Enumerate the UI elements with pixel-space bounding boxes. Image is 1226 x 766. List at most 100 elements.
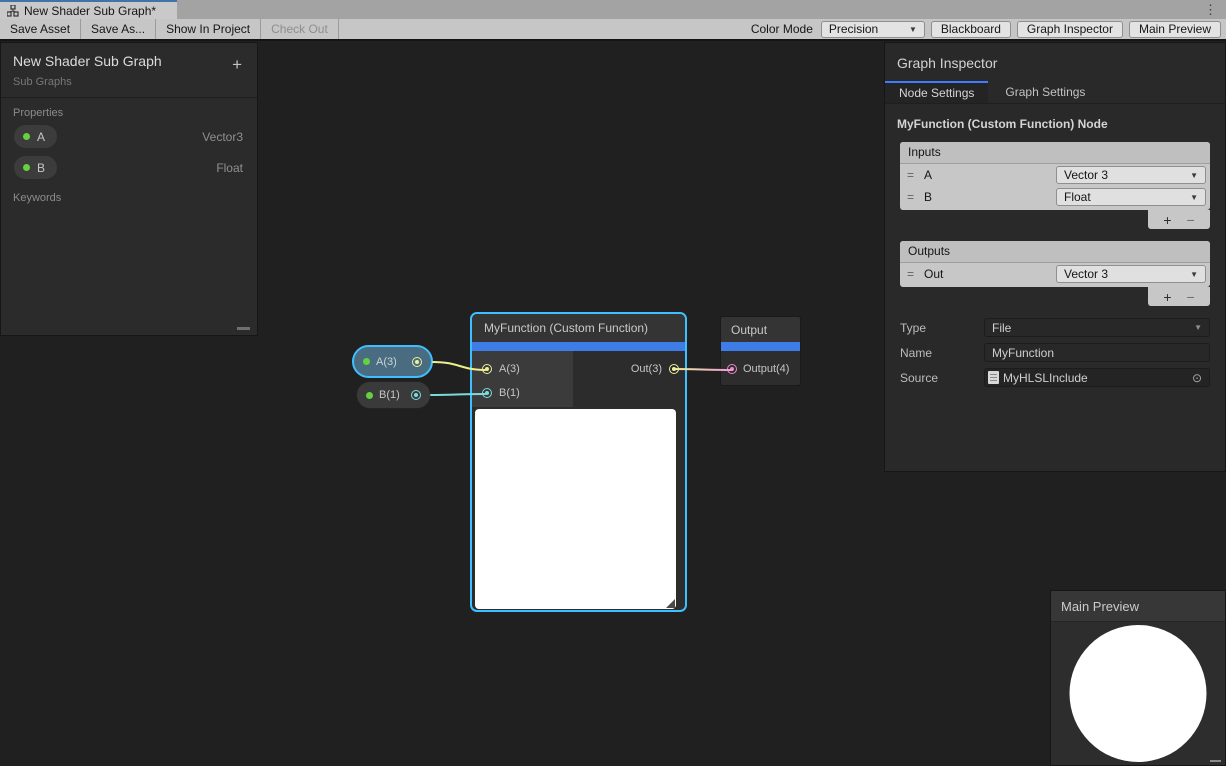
input-name: A — [924, 168, 1056, 182]
property-type-label: Vector3 — [202, 130, 243, 144]
blackboard-toggle-button[interactable]: Blackboard — [931, 21, 1011, 38]
shader-graph-window: New Shader Sub Graph* ⋮ Save Asset Save … — [0, 0, 1226, 766]
outputs-row-out: = Out Vector 3 ▼ — [900, 263, 1210, 285]
main-preview-toggle-button[interactable]: Main Preview — [1129, 21, 1221, 38]
source-field-row: Source MyHLSLInclude ⊙ — [900, 368, 1210, 387]
property-pill-a-label: A — [37, 130, 45, 144]
port-icon[interactable] — [482, 364, 492, 374]
resize-handle[interactable] — [237, 327, 250, 330]
resize-handle[interactable] — [1210, 760, 1221, 762]
blackboard-subtitle: Sub Graphs — [13, 76, 245, 88]
inputs-list: Inputs = A Vector 3 ▼ = B Float ▼ — [900, 142, 1210, 210]
type-label: Type — [900, 321, 984, 335]
chevron-down-icon: ▼ — [1194, 323, 1202, 332]
input-port-b-label: B(1) — [499, 387, 520, 399]
remove-input-button[interactable]: − — [1187, 212, 1195, 228]
tab-graph-settings[interactable]: Graph Settings — [988, 81, 1102, 103]
property-node-a-label: A(3) — [376, 356, 406, 368]
property-pill-b[interactable]: B — [13, 155, 58, 180]
property-type-label: Float — [216, 161, 243, 175]
color-mode-dropdown[interactable]: Precision ▼ — [821, 21, 925, 38]
property-node-a[interactable]: A(3) — [352, 345, 433, 378]
chevron-down-icon: ▼ — [1190, 270, 1198, 279]
exposed-dot-icon — [363, 358, 370, 365]
preview-collapse-handle[interactable] — [666, 599, 675, 608]
drag-handle-icon[interactable]: = — [907, 190, 914, 204]
save-asset-button[interactable]: Save Asset — [0, 19, 81, 39]
output-node[interactable]: Output Output(4) — [720, 316, 801, 386]
exposed-dot-icon — [366, 392, 373, 399]
port-icon[interactable] — [411, 390, 421, 400]
output-type-value: Vector 3 — [1064, 267, 1108, 281]
property-node-b-label: B(1) — [379, 389, 405, 401]
input-type-dropdown[interactable]: Float ▼ — [1056, 188, 1206, 206]
property-node-b[interactable]: B(1) — [356, 381, 431, 409]
outputs-list-controls: + − — [1148, 287, 1210, 306]
name-label: Name — [900, 346, 984, 360]
output-node-port-row: Output(4) — [721, 351, 800, 386]
input-type-value: Vector 3 — [1064, 168, 1108, 182]
add-output-button[interactable]: + — [1163, 289, 1171, 305]
source-object-field[interactable]: MyHLSLInclude ⊙ — [984, 368, 1210, 387]
input-type-dropdown[interactable]: Vector 3 ▼ — [1056, 166, 1206, 184]
main-preview-title: Main Preview — [1051, 591, 1225, 622]
output-node-port-label: Output(4) — [743, 363, 789, 375]
node-accent-bar — [721, 342, 800, 351]
document-tab[interactable]: New Shader Sub Graph* — [0, 0, 177, 19]
blackboard-panel: New Shader Sub Graph Sub Graphs + Proper… — [0, 42, 258, 336]
toolbar-right-group: Color Mode Precision ▼ Blackboard Graph … — [751, 21, 1226, 38]
drag-handle-icon[interactable]: = — [907, 168, 914, 182]
show-in-project-button[interactable]: Show In Project — [156, 19, 261, 39]
chevron-down-icon: ▼ — [909, 25, 917, 34]
add-property-button[interactable]: + — [232, 58, 242, 72]
chevron-down-icon: ▼ — [1190, 171, 1198, 180]
port-icon[interactable] — [412, 357, 422, 367]
property-pill-b-label: B — [37, 161, 45, 175]
input-port-a-label: A(3) — [499, 363, 520, 375]
tab-node-settings[interactable]: Node Settings — [885, 81, 988, 103]
output-node-title: Output — [721, 317, 800, 342]
toolbar: Save Asset Save As... Show In Project Ch… — [0, 19, 1226, 41]
graph-inspector-tabs: Node Settings Graph Settings — [885, 81, 1225, 104]
type-value: File — [992, 321, 1011, 335]
add-input-button[interactable]: + — [1163, 212, 1171, 228]
property-row: B Float — [1, 152, 257, 183]
object-picker-icon[interactable]: ⊙ — [1187, 371, 1207, 385]
drag-handle-icon[interactable]: = — [907, 267, 914, 281]
name-input[interactable]: MyFunction — [984, 343, 1210, 362]
check-out-button[interactable]: Check Out — [261, 19, 339, 39]
type-field-row: Type File ▼ — [900, 318, 1210, 337]
kebab-menu-icon[interactable]: ⋮ — [1204, 1, 1217, 18]
inputs-list-controls: + − — [1148, 210, 1210, 229]
name-field-row: Name MyFunction — [900, 343, 1210, 362]
remove-output-button[interactable]: − — [1187, 289, 1195, 305]
preview-sphere — [1070, 625, 1207, 762]
port-icon[interactable] — [727, 364, 737, 374]
inputs-list-header: Inputs — [900, 142, 1210, 164]
node-output-ports: Out(3) — [573, 351, 685, 407]
inputs-row-a: = A Vector 3 ▼ — [900, 164, 1210, 186]
output-type-dropdown[interactable]: Vector 3 ▼ — [1056, 265, 1206, 283]
selected-node-header: MyFunction (Custom Function) Node — [885, 104, 1225, 142]
keywords-section-label: Keywords — [1, 183, 257, 206]
shader-graph-icon — [7, 5, 19, 17]
type-dropdown[interactable]: File ▼ — [984, 318, 1210, 337]
inputs-list-footer: + − — [900, 210, 1210, 229]
node-ports: A(3) B(1) Out(3) — [472, 351, 685, 407]
property-pill-a[interactable]: A — [13, 124, 58, 149]
chevron-down-icon: ▼ — [1190, 193, 1198, 202]
port-icon[interactable] — [669, 364, 679, 374]
outputs-list-header: Outputs — [900, 241, 1210, 263]
input-port-row-a: A(3) — [482, 357, 573, 381]
output-port-row: Out(3) — [631, 357, 679, 381]
input-type-value: Float — [1064, 190, 1091, 204]
port-icon[interactable] — [482, 388, 492, 398]
graph-inspector-title: Graph Inspector — [885, 43, 1225, 81]
inputs-row-b: = B Float ▼ — [900, 186, 1210, 208]
node-accent-bar — [472, 342, 685, 351]
outputs-list: Outputs = Out Vector 3 ▼ — [900, 241, 1210, 287]
custom-function-node[interactable]: MyFunction (Custom Function) A(3) B(1) O… — [470, 312, 687, 612]
save-as-button[interactable]: Save As... — [81, 19, 156, 39]
exposed-dot-icon — [23, 164, 30, 171]
graph-inspector-toggle-button[interactable]: Graph Inspector — [1017, 21, 1123, 38]
